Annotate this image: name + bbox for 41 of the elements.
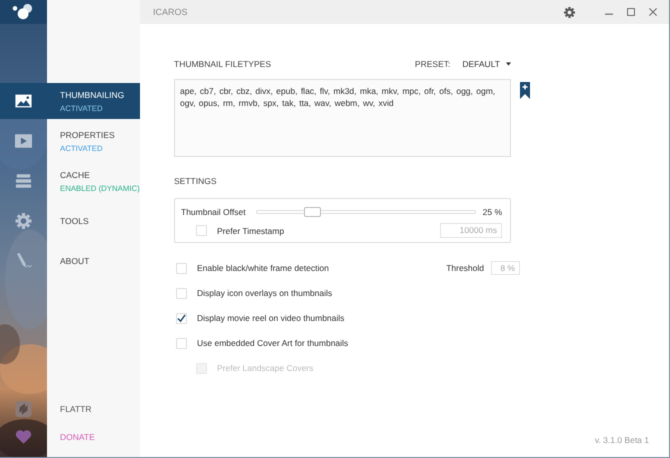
slider-thumb[interactable] [304, 207, 322, 217]
checkbox-label: Enable black/white frame detection [197, 263, 329, 273]
checkbox-label: Use embedded Cover Art for thumbnails [197, 338, 348, 348]
image-icon [15, 93, 32, 109]
close-icon[interactable] [649, 8, 657, 16]
caret-icon [506, 62, 511, 66]
flattr-icon [15, 401, 32, 417]
offset-slider[interactable] [256, 210, 476, 214]
nav-item[interactable]: ABOUT [0, 243, 140, 279]
nav-label: DONATE [59, 432, 95, 442]
nav-label: TOOLS [60, 216, 89, 226]
checkbox[interactable] [176, 312, 187, 324]
slider-reading: 25 % [482, 207, 502, 217]
nav-label: PROPERTIES [60, 130, 115, 140]
version-label: v. 3.1.0 Beta 1 [594, 435, 649, 445]
filetypes-field[interactable]: ape, cb7, cbr, cbz, divx, epub, flac, flv, mk3d, mka, mkv, mpc, ofr, ofs, ogg, ogm, ogv, opus, rm, rmvb, spx, tak, tta, wav, webm, wv, xvid [174, 79, 511, 157]
settings-icon[interactable] [564, 6, 575, 18]
checkbox-label: Prefer Timestamp [217, 226, 284, 236]
nav-label: FLATTR [59, 404, 92, 414]
maximize-icon[interactable] [627, 8, 635, 16]
nav-item[interactable]: TOOLS [0, 203, 140, 239]
gear-icon [15, 213, 32, 229]
stack-icon [15, 173, 32, 189]
section-heading: THUMBNAIL FILETYPES [174, 59, 271, 69]
checkbox-label: Display movie reel on video thumbnails [197, 313, 344, 323]
play-icon [15, 133, 32, 149]
nav-label: ABOUT [60, 256, 90, 266]
heart-icon [15, 429, 32, 445]
preset-dropdown[interactable]: DEFAULT [450, 59, 511, 69]
preset-label: PRESET: [414, 59, 450, 69]
slider-label: Thumbnail Offset [181, 207, 246, 217]
bookmark-plus-icon[interactable] [520, 82, 530, 99]
section-heading: SETTINGS [174, 176, 218, 186]
window-title: ICAROS [153, 7, 188, 17]
threshold-label: Threshold [446, 263, 484, 273]
checkbox-label: Prefer Landscape Covers [217, 363, 314, 373]
nav-label: THUMBNAILING [60, 90, 124, 100]
pen-icon [15, 253, 32, 269]
nav-label: CACHE [60, 170, 91, 180]
checkbox-label: Display icon overlays on thumbnails [197, 288, 332, 298]
nav-item[interactable]: FLATTR [0, 399, 140, 419]
